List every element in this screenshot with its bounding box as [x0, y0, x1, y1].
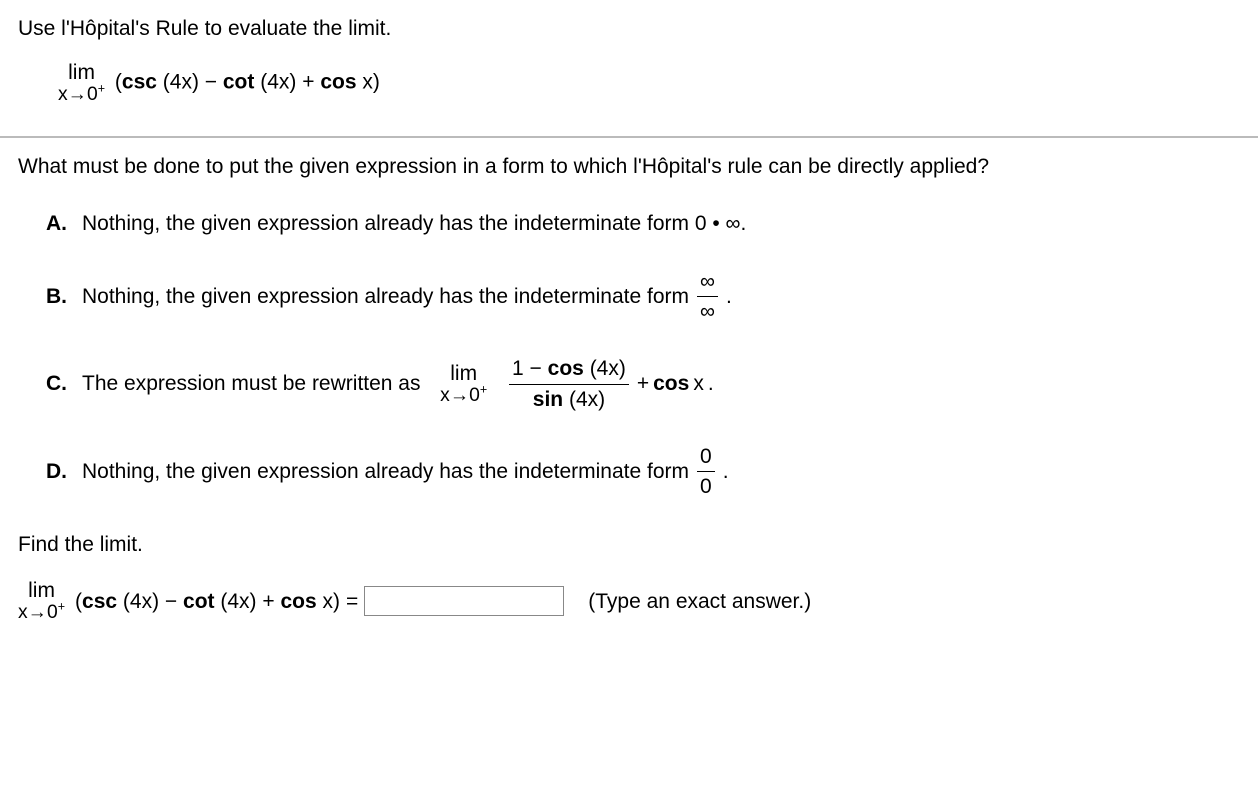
- num-cos: cos: [548, 357, 584, 380]
- frac-den: ∞: [697, 297, 718, 326]
- den-arg: (4x): [563, 388, 605, 411]
- limit-target: 0: [87, 84, 98, 105]
- choice-c-suffix: .: [708, 369, 714, 398]
- csc-arg: (4x): [157, 71, 199, 94]
- choices-list: A. Nothing, the given expression already…: [46, 209, 1240, 502]
- fraction-inf-inf: ∞ ∞: [697, 267, 718, 327]
- frac-num: 0: [697, 442, 715, 471]
- paren-close: ): [333, 590, 340, 613]
- limit-var: x: [440, 385, 450, 406]
- limit-word: lim: [68, 61, 95, 84]
- choice-a-label: A.: [46, 209, 82, 238]
- cos-arg: x: [317, 590, 333, 613]
- limit-side: +: [480, 383, 487, 397]
- section-divider: [0, 136, 1258, 138]
- cos-fn: cos: [320, 71, 356, 94]
- frac-num: 1 − cos (4x): [509, 354, 629, 383]
- answer-line: lim x→0+ (csc (4x) − cot (4x) + cos x) =…: [18, 579, 1240, 623]
- choice-b-label: B.: [46, 282, 82, 311]
- choice-c-text: The expression must be rewritten as lim …: [82, 354, 714, 414]
- choice-c-cos: cos: [653, 369, 689, 398]
- question-2-prompt: Find the limit.: [18, 530, 1240, 559]
- cot-arg: (4x): [254, 71, 296, 94]
- limit-var: x: [18, 602, 28, 623]
- csc-fn: csc: [122, 71, 157, 94]
- arrow: →: [450, 385, 469, 406]
- choice-c-prefix: The expression must be rewritten as: [82, 369, 420, 398]
- plus: +: [257, 590, 281, 613]
- choice-d[interactable]: D. Nothing, the given expression already…: [46, 442, 1240, 502]
- limit-notation-2: lim x→0+: [18, 579, 65, 623]
- limit-side: +: [58, 600, 65, 614]
- limit-word: lim: [28, 579, 55, 602]
- choice-d-text: Nothing, the given expression already ha…: [82, 442, 729, 502]
- answer-hint: (Type an exact answer.): [588, 587, 811, 616]
- fraction-0-0: 0 0: [697, 442, 715, 502]
- limit-expression: lim x→0+ (csc (4x) − cot (4x) + cos x): [58, 61, 1240, 105]
- limit-subscript: x→0+: [18, 602, 65, 623]
- choice-b-text: Nothing, the given expression already ha…: [82, 267, 732, 327]
- choice-c-fraction: 1 − cos (4x) sin (4x): [509, 354, 629, 414]
- instruction-text: Use l'Hôpital's Rule to evaluate the lim…: [18, 14, 1240, 43]
- cot-arg: (4x): [215, 590, 257, 613]
- choice-b[interactable]: B. Nothing, the given expression already…: [46, 267, 1240, 327]
- expression-body-2: (csc (4x) − cot (4x) + cos x): [75, 587, 340, 616]
- arrow: →: [28, 602, 47, 623]
- den-sin: sin: [533, 388, 563, 411]
- num-pre: 1 −: [512, 357, 548, 380]
- csc-arg: (4x): [117, 590, 159, 613]
- frac-den: 0: [697, 472, 715, 501]
- limit-word: lim: [450, 362, 477, 385]
- choice-a-text: Nothing, the given expression already ha…: [82, 209, 746, 238]
- choice-b-suffix: .: [726, 282, 732, 311]
- choice-a[interactable]: A. Nothing, the given expression already…: [46, 209, 1240, 238]
- limit-side: +: [98, 82, 105, 96]
- cos-arg: x: [357, 71, 373, 94]
- cot-fn: cot: [183, 590, 215, 613]
- limit-target: 0: [47, 602, 58, 623]
- paren-open: (: [75, 590, 82, 613]
- limit-subscript: x→0+: [440, 385, 487, 406]
- cot-fn: cot: [223, 71, 255, 94]
- plus: +: [296, 71, 320, 94]
- cos-fn: cos: [280, 590, 316, 613]
- csc-fn: csc: [82, 590, 117, 613]
- minus: −: [199, 71, 223, 94]
- answer-input[interactable]: [364, 586, 564, 616]
- arrow: →: [68, 84, 87, 105]
- choice-c-cos-arg: x: [693, 369, 704, 398]
- frac-den: sin (4x): [530, 385, 608, 414]
- choice-c-label: C.: [46, 369, 82, 398]
- minus: −: [159, 590, 183, 613]
- choice-c-plus: +: [637, 369, 649, 398]
- limit-notation: lim x→0+: [58, 61, 105, 105]
- choice-d-label: D.: [46, 457, 82, 486]
- equals-sign: =: [346, 587, 358, 616]
- expression-body: (csc (4x) − cot (4x) + cos x): [115, 71, 380, 94]
- choice-c-limit: lim x→0+: [440, 362, 487, 406]
- num-arg: (4x): [584, 357, 626, 380]
- question-1: What must be done to put the given expre…: [18, 152, 1240, 181]
- limit-subscript: x→0+: [58, 84, 105, 105]
- limit-target: 0: [469, 385, 480, 406]
- choice-d-suffix: .: [723, 457, 729, 486]
- choice-c[interactable]: C. The expression must be rewritten as l…: [46, 354, 1240, 414]
- choice-b-prefix: Nothing, the given expression already ha…: [82, 282, 689, 311]
- paren-close: ): [373, 71, 380, 94]
- paren-open: (: [115, 71, 122, 94]
- choice-d-prefix: Nothing, the given expression already ha…: [82, 457, 689, 486]
- frac-num: ∞: [697, 267, 718, 296]
- limit-var: x: [58, 84, 68, 105]
